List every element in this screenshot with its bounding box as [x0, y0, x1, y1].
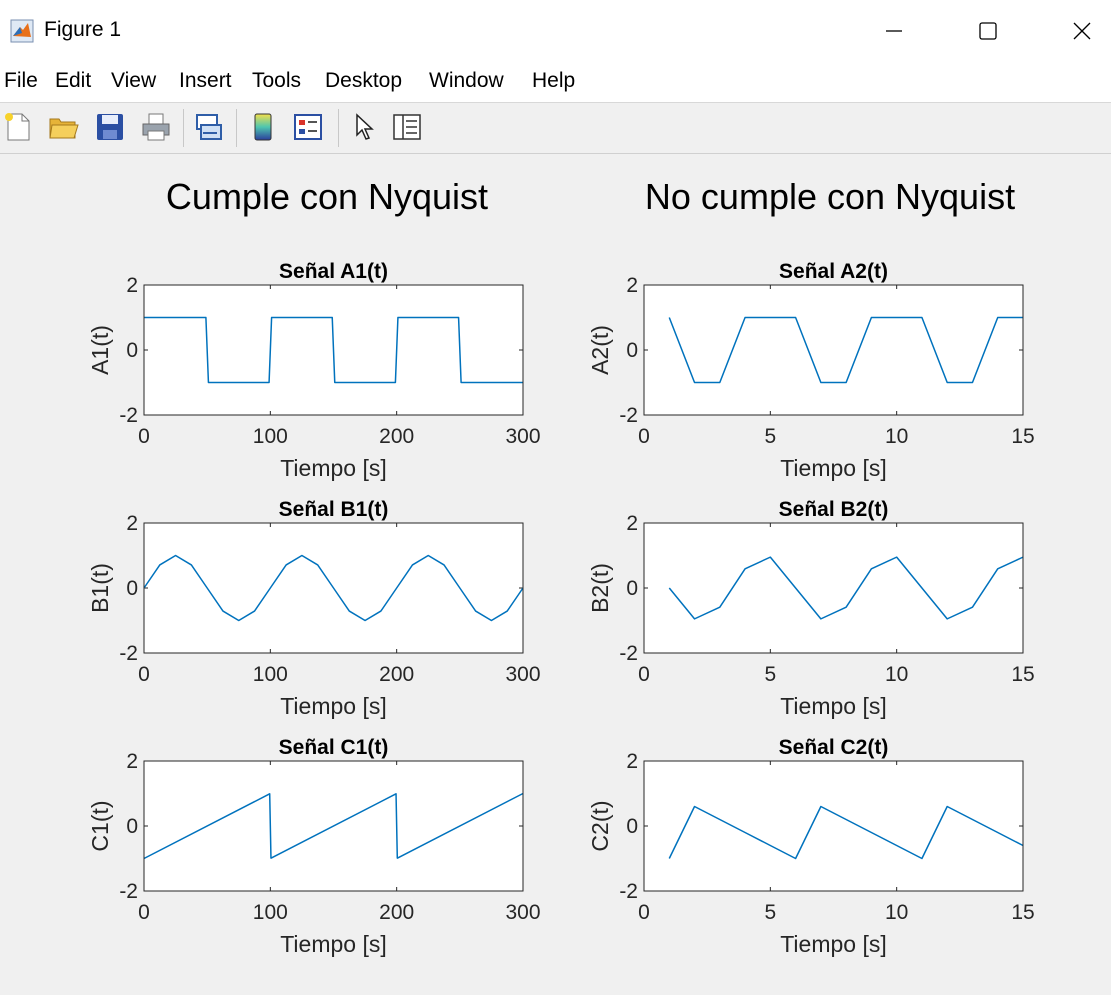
- new-figure-icon[interactable]: [2, 111, 34, 143]
- plot-2-ytick-label: 0: [626, 339, 638, 362]
- plot-1-ytick-label: 0: [126, 339, 138, 362]
- plot-1-xlabel: Tiempo [s]: [280, 455, 387, 481]
- plot-3-ytick-label: 2: [126, 512, 138, 535]
- menu-tools[interactable]: Tools: [252, 69, 301, 93]
- plot-6-ylabel: C2(t): [587, 800, 613, 851]
- toolbar-separator: [236, 109, 237, 147]
- plot-6-xlabel: Tiempo [s]: [780, 931, 887, 957]
- save-icon[interactable]: [94, 111, 126, 143]
- plot-2-axes-background: [644, 285, 1023, 415]
- maximize-button[interactable]: [964, 6, 1012, 56]
- plot-5-ytick-label: -2: [119, 880, 138, 903]
- plot-4-ytick-label: 2: [626, 512, 638, 535]
- toolbar-separator: [183, 109, 184, 147]
- menu-bar: File Edit View Insert Tools Desktop Wind…: [0, 62, 1111, 142]
- plot-2-ytick-label: 2: [626, 274, 638, 297]
- plot-5-xtick-label: 300: [505, 901, 540, 924]
- left-column-title: Cumple con Nyquist: [166, 176, 488, 217]
- plot-1-ytick-label: -2: [119, 404, 138, 427]
- plot-5-xtick-label: 100: [253, 901, 288, 924]
- plot-4-ytick-label: 0: [626, 577, 638, 600]
- plot-1-xtick-label: 200: [379, 425, 414, 448]
- plot-3-xlabel: Tiempo [s]: [280, 693, 387, 719]
- plot-3-xtick-label: 300: [505, 663, 540, 686]
- plot-2-ylabel: A2(t): [587, 325, 613, 375]
- plot-3-xtick-label: 0: [138, 663, 150, 686]
- plot-2-title: Señal A2(t): [779, 260, 888, 283]
- plot-6-ytick-label: 2: [626, 750, 638, 773]
- plot-2-xtick-label: 0: [638, 425, 650, 448]
- plot-4-xtick-label: 15: [1011, 663, 1034, 686]
- plot-6-xtick-label: 15: [1011, 901, 1034, 924]
- plot-6-ytick-label: -2: [619, 880, 638, 903]
- close-button[interactable]: [1058, 6, 1106, 56]
- toolbar: [0, 103, 1111, 154]
- window-title: Figure 1: [44, 18, 122, 41]
- open-property-inspector-icon[interactable]: [391, 111, 423, 143]
- plot-5-xtick-label: 0: [138, 901, 150, 924]
- link-plot-icon[interactable]: [193, 111, 225, 143]
- plot-3-title: Señal B1(t): [279, 498, 389, 521]
- plot-5-ytick-label: 2: [126, 750, 138, 773]
- plot-1-xtick-label: 100: [253, 425, 288, 448]
- toolbar-separator: [338, 109, 339, 147]
- edit-plot-icon[interactable]: [349, 111, 381, 143]
- close-icon: [1073, 22, 1091, 40]
- plot-1-ytick-label: 2: [126, 274, 138, 297]
- figure-canvas: Cumple con Nyquist No cumple con Nyquist…: [87, 176, 1035, 957]
- plot-4-xtick-label: 0: [638, 663, 650, 686]
- plot-1-ylabel: A1(t): [87, 325, 113, 375]
- menu-help[interactable]: Help: [532, 69, 575, 93]
- print-icon[interactable]: [140, 111, 172, 143]
- plot-5-title: Señal C1(t): [279, 736, 389, 759]
- plot-4-title: Señal B2(t): [779, 498, 889, 521]
- plot-6-ytick-label: 0: [626, 815, 638, 838]
- plot-1-xtick-label: 0: [138, 425, 150, 448]
- right-column-title: No cumple con Nyquist: [645, 176, 1015, 217]
- plot-5-xlabel: Tiempo [s]: [280, 931, 387, 957]
- plot-3-ylabel: B1(t): [87, 563, 113, 613]
- menu-file[interactable]: File: [4, 69, 38, 93]
- plot-3-ytick-label: 0: [126, 577, 138, 600]
- menu-view[interactable]: View: [111, 69, 156, 93]
- plot-6-xtick-label: 10: [885, 901, 908, 924]
- plot-2-xtick-label: 10: [885, 425, 908, 448]
- plot-2-xtick-label: 15: [1011, 425, 1034, 448]
- plot-6-title: Señal C2(t): [779, 736, 889, 759]
- plot-4-xlabel: Tiempo [s]: [780, 693, 887, 719]
- axes-layer: 0 100 200 300-202Señal A1(t)Tiempo [s]A1(t)…: [87, 260, 1035, 957]
- plot-3-xtick-label: 200: [379, 663, 414, 686]
- open-file-icon[interactable]: [47, 111, 79, 143]
- plot-3-xtick-label: 100: [253, 663, 288, 686]
- plot-5-xtick-label: 200: [379, 901, 414, 924]
- insert-colorbar-icon[interactable]: [247, 111, 279, 143]
- menu-window[interactable]: Window: [429, 69, 504, 93]
- plot-2-ytick-label: -2: [619, 404, 638, 427]
- plot-5-ytick-label: 0: [126, 815, 138, 838]
- plot-4-ylabel: B2(t): [587, 563, 613, 613]
- plot-2-xlabel: Tiempo [s]: [780, 455, 887, 481]
- minimize-icon: [886, 30, 902, 32]
- plot-6-axes-background: [644, 761, 1023, 891]
- matlab-icon: [10, 19, 34, 43]
- minimize-button[interactable]: [870, 6, 918, 56]
- plot-2-xtick-label: 5: [764, 425, 776, 448]
- menu-edit[interactable]: Edit: [55, 69, 91, 93]
- menu-insert[interactable]: Insert: [179, 69, 232, 93]
- maximize-icon: [979, 22, 997, 40]
- plot-4-xtick-label: 5: [764, 663, 776, 686]
- title-bar: Figure 1: [0, 0, 1111, 62]
- plot-4-axes-background: [644, 523, 1023, 653]
- plot-4-ytick-label: -2: [619, 642, 638, 665]
- figure-area: Cumple con Nyquist No cumple con Nyquist…: [0, 154, 1111, 990]
- menu-desktop[interactable]: Desktop: [325, 69, 402, 93]
- plot-1-xtick-label: 300: [505, 425, 540, 448]
- plot-6-xtick-label: 0: [638, 901, 650, 924]
- plot-3-ytick-label: -2: [119, 642, 138, 665]
- plot-1-title: Señal A1(t): [279, 260, 388, 283]
- plot-5-ylabel: C1(t): [87, 800, 113, 851]
- insert-legend-icon[interactable]: [292, 111, 324, 143]
- plot-6-xtick-label: 5: [764, 901, 776, 924]
- plot-4-xtick-label: 10: [885, 663, 908, 686]
